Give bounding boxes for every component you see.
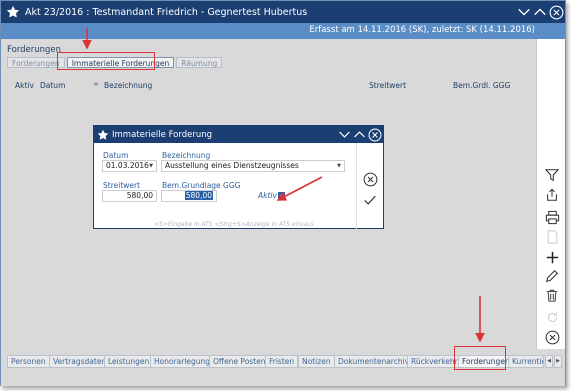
section-title: Forderungen: [7, 45, 62, 55]
bottom-tab-honorarlegung[interactable]: Honorarlegung: [150, 355, 215, 368]
bottom-tab-notizen[interactable]: Notizen: [298, 355, 335, 368]
star-icon: [4, 3, 22, 21]
filter-icon[interactable]: [544, 167, 560, 183]
bezeichnung-value: Ausstellung eines Dienstzeugnisses: [165, 161, 299, 170]
right-toolbar: [536, 39, 565, 349]
calendar-dropdown-icon[interactable]: ▼: [147, 162, 155, 170]
scroll-right-icon[interactable]: ▶: [554, 355, 562, 368]
chevron-down-icon[interactable]: ▼: [335, 162, 343, 170]
streitwert-field[interactable]: 580,00: [102, 190, 157, 202]
created-info: Erfasst am 14.11.2016 (SK), zuletzt: SK …: [309, 25, 535, 35]
tab-raeumung[interactable]: Räumung: [176, 57, 223, 68]
chevron-down-icon[interactable]: [516, 4, 532, 20]
close-circle-icon[interactable]: [544, 329, 560, 345]
bezeichnung-label: Bezeichnung: [162, 151, 211, 160]
chevron-down-icon[interactable]: [337, 127, 352, 142]
bem-grundlage-label: Bem.Grundlage GGG: [162, 181, 241, 190]
bezeichnung-field[interactable]: Ausstellung eines Dienstzeugnisses ▼: [161, 160, 345, 172]
chevron-up-icon[interactable]: [352, 127, 367, 142]
scroll-left-icon[interactable]: ◀: [545, 355, 553, 368]
sort-indicator-icon: [93, 81, 99, 90]
trash-icon[interactable]: [544, 287, 560, 303]
confirm-button[interactable]: [362, 192, 378, 208]
bem-grundlage-value: 580,00: [184, 191, 213, 200]
chevron-up-icon[interactable]: [532, 4, 548, 20]
document-icon: [544, 229, 560, 245]
bem-grundlage-field[interactable]: 580,00: [161, 190, 217, 202]
close-icon[interactable]: [548, 4, 564, 20]
column-streitwert[interactable]: Streitwert: [369, 81, 406, 90]
input-hint: <S>Eingabe in ATS <Strg+S>Anzeige in ATS…: [154, 221, 314, 228]
edit-icon[interactable]: [544, 268, 560, 284]
bottom-tab-leistungen[interactable]: Leistungen: [104, 355, 154, 368]
info-bar: Erfasst am 14.11.2016 (SK), zuletzt: SK …: [1, 23, 565, 39]
add-icon[interactable]: [544, 249, 560, 265]
close-icon[interactable]: [367, 127, 382, 142]
bottom-tab-kurrentien[interactable]: Kurrentien: [508, 355, 544, 368]
highlight-box: [57, 52, 155, 70]
column-datum[interactable]: Datum: [40, 81, 65, 90]
streitwert-label: Streitwert: [103, 181, 141, 190]
dialog-title-bar: Immaterielle Forderung: [94, 126, 383, 143]
window-title: Akt 23/2016 : Testmandant Friedrich - Ge…: [25, 6, 308, 18]
aktiv-checkbox[interactable]: ✓: [278, 192, 285, 199]
column-bem-grdl-ggg[interactable]: Bem.Grdl. GGG: [453, 81, 510, 90]
print-icon[interactable]: [544, 209, 560, 225]
star-icon: [97, 129, 109, 141]
aktiv-label: Aktiv: [258, 191, 277, 200]
highlight-box: [454, 346, 506, 370]
bottom-tab-personen[interactable]: Personen: [7, 355, 50, 368]
datum-value: 01.03.2016: [106, 161, 149, 170]
cancel-button[interactable]: [362, 171, 378, 187]
refresh-icon: [544, 309, 560, 325]
dialog-title: Immaterielle Forderung: [112, 129, 212, 140]
bottom-tab-dokumentenarchiv[interactable]: Dokumentenarchiv: [334, 355, 414, 368]
share-icon[interactable]: [544, 187, 560, 203]
column-bezeichnung[interactable]: Bezeichnung: [104, 81, 152, 90]
immaterielle-forderung-dialog: Immaterielle Forderung Datum 01.03.2016 …: [93, 125, 384, 229]
bottom-tab-fristen[interactable]: Fristen: [265, 355, 299, 368]
title-bar: Akt 23/2016 : Testmandant Friedrich - Ge…: [1, 1, 565, 23]
dialog-actions: [356, 143, 383, 229]
column-aktiv[interactable]: Aktiv: [15, 81, 34, 90]
bottom-tab-vertragsdaten[interactable]: Vertragsdaten: [49, 355, 111, 368]
datum-field[interactable]: 01.03.2016 ▼: [102, 160, 157, 172]
bottom-tab-offene-posten[interactable]: Offene Posten: [209, 355, 270, 368]
datum-label: Datum: [103, 151, 129, 160]
